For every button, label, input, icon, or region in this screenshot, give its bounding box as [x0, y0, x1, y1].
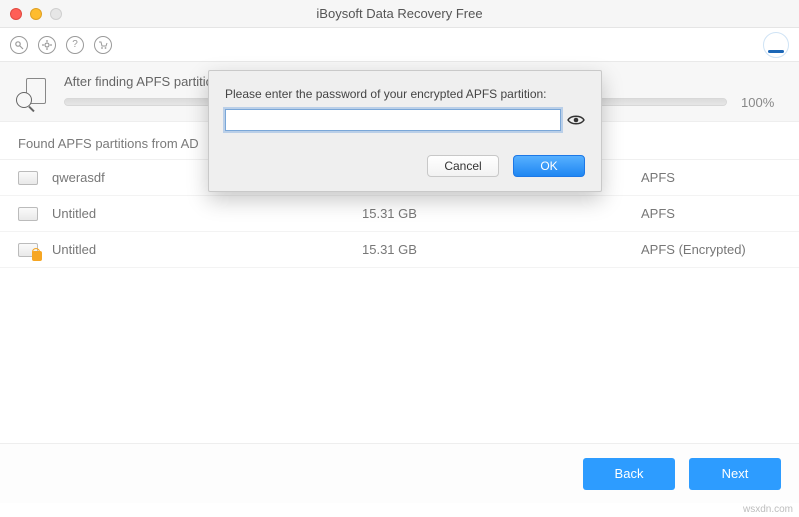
reveal-password-icon[interactable]	[567, 113, 585, 127]
locked-drive-icon	[18, 243, 38, 257]
brand-logo	[763, 32, 789, 58]
window-title: iBoysoft Data Recovery Free	[0, 6, 799, 21]
gear-icon[interactable]	[38, 36, 56, 54]
partition-size: 15.31 GB	[362, 206, 641, 221]
back-button[interactable]: Back	[583, 458, 675, 490]
help-icon[interactable]: ?	[66, 36, 84, 54]
titlebar: iBoysoft Data Recovery Free	[0, 0, 799, 28]
toolbar: ?	[0, 28, 799, 62]
partition-type: APFS	[641, 206, 781, 221]
ok-button[interactable]: OK	[513, 155, 585, 177]
scan-icon	[18, 78, 46, 106]
password-dialog: Please enter the password of your encryp…	[208, 70, 602, 192]
key-icon[interactable]	[10, 36, 28, 54]
scan-progress-percent: 100%	[741, 95, 781, 110]
partition-row[interactable]: Untitled15.31 GBAPFS	[0, 196, 799, 232]
password-input[interactable]	[225, 109, 561, 131]
footer: Back Next	[0, 443, 799, 503]
partition-type: APFS (Encrypted)	[641, 242, 781, 257]
partition-row[interactable]: Untitled15.31 GBAPFS (Encrypted)	[0, 232, 799, 268]
cart-icon[interactable]	[94, 36, 112, 54]
next-button[interactable]: Next	[689, 458, 781, 490]
watermark: wsxdn.com	[743, 504, 793, 515]
partition-size: 15.31 GB	[362, 242, 641, 257]
drive-icon	[18, 171, 38, 185]
partition-type: APFS	[641, 170, 781, 185]
partition-name: Untitled	[52, 206, 362, 221]
dialog-prompt: Please enter the password of your encryp…	[225, 87, 585, 101]
partition-name: Untitled	[52, 242, 362, 257]
drive-icon	[18, 207, 38, 221]
cancel-button[interactable]: Cancel	[427, 155, 499, 177]
